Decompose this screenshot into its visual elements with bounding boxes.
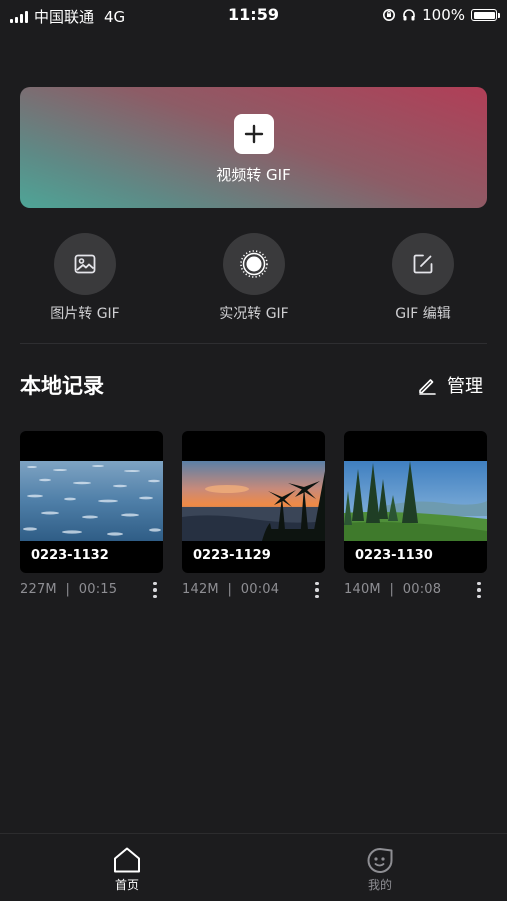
record-size: 140M [344, 582, 381, 597]
video-to-gif-label: 视频转 GIF [216, 166, 291, 184]
record-name: 0223-1129 [193, 548, 271, 563]
video-to-gif-banner[interactable]: 视频转 GIF [20, 87, 487, 208]
record-name: 0223-1132 [31, 548, 109, 563]
plus-icon [234, 114, 274, 154]
local-records-title: 本地记录 [20, 374, 104, 398]
record-duration: 00:08 [402, 582, 442, 597]
headphones-icon [403, 9, 415, 21]
record-card: 0223-1130 140M | 00:08 [344, 431, 487, 599]
record-name: 0223-1130 [355, 548, 433, 563]
record-meta: 142M | 00:04 [182, 582, 280, 597]
manage-button[interactable]: 管理 [417, 372, 483, 398]
live-photo-to-gif-label: 实况转 GIF [219, 306, 289, 322]
live-photo-to-gif-button[interactable]: 实况转 GIF [194, 233, 314, 323]
smiley-icon [367, 848, 393, 873]
tab-home[interactable]: 首页 [67, 834, 187, 901]
record-size: 227M [20, 582, 57, 597]
tab-mine[interactable]: 我的 [320, 834, 440, 901]
ocean-thumbnail [20, 461, 163, 541]
record-preview[interactable]: 0223-1130 [344, 431, 487, 573]
more-options-icon[interactable] [473, 579, 485, 601]
edit-icon [413, 254, 433, 274]
battery-percentage: 100% [422, 6, 465, 24]
manage-label: 管理 [447, 376, 483, 397]
image-icon [74, 254, 96, 274]
home-icon [114, 847, 140, 873]
record-meta: 140M | 00:08 [344, 582, 442, 597]
pencil-icon [419, 379, 436, 395]
rotation-lock-icon [383, 9, 396, 21]
tab-mine-label: 我的 [367, 878, 392, 892]
tab-home-label: 首页 [114, 878, 139, 892]
image-to-gif-label: 图片转 GIF [50, 306, 120, 322]
section-divider [20, 343, 487, 344]
bottom-tab-bar: 首页 我的 [0, 833, 507, 901]
record-preview[interactable]: 0223-1132 [20, 431, 163, 573]
record-duration: 00:15 [78, 582, 118, 597]
image-to-gif-button[interactable]: 图片转 GIF [25, 233, 145, 323]
record-card: 0223-1132 227M | 00:15 [20, 431, 163, 599]
more-options-icon[interactable] [311, 579, 323, 601]
status-right: 100% [382, 6, 500, 24]
live-photo-icon [240, 250, 268, 278]
record-size: 142M [182, 582, 219, 597]
status-bar: 中国联通 4G 11:59 100% [0, 0, 507, 32]
record-card: 0223-1129 142M | 00:04 [182, 431, 325, 599]
record-preview[interactable]: 0223-1129 [182, 431, 325, 573]
record-meta: 227M | 00:15 [20, 582, 118, 597]
gif-edit-button[interactable]: GIF 编辑 [363, 233, 483, 323]
forest-thumbnail [344, 461, 487, 541]
record-duration: 00:04 [240, 582, 280, 597]
gif-edit-label: GIF 编辑 [395, 306, 451, 322]
sunset-thumbnail [182, 461, 325, 541]
more-options-icon[interactable] [149, 579, 161, 601]
battery-icon [471, 9, 500, 21]
